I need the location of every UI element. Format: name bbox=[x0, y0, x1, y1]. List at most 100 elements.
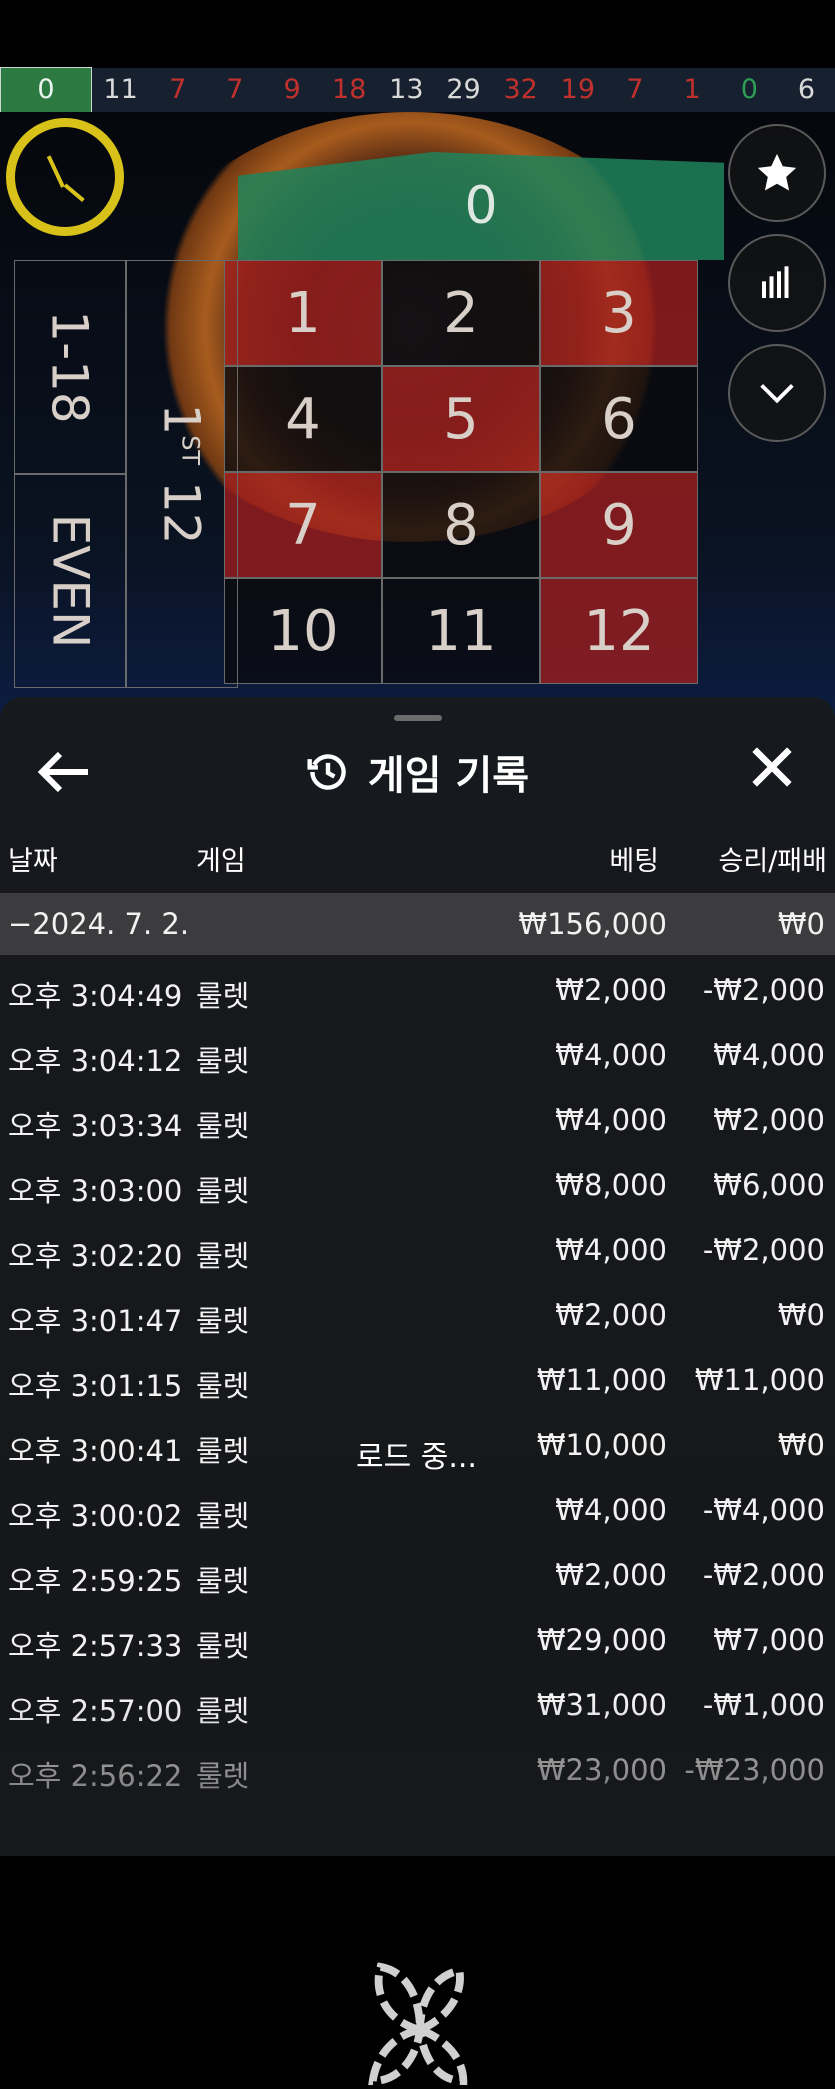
history-time: 오후 3:03:34 bbox=[8, 1109, 183, 1143]
bet-cell-number[interactable]: 7 bbox=[224, 472, 382, 578]
history-row[interactable]: 오후 3:04:49 룰렛 ₩2,000 -₩2,000 bbox=[0, 959, 835, 1023]
dozen-number: 1 bbox=[153, 403, 211, 436]
loading-text: 로드 중... bbox=[356, 1440, 477, 1475]
history-number: 7 bbox=[169, 74, 187, 105]
history-number: 6 bbox=[797, 74, 816, 105]
panel-title: 게임 기록 bbox=[0, 745, 835, 799]
history-row[interactable]: 오후 3:02:20 룰렛 ₩4,000 -₩2,000 bbox=[0, 1219, 835, 1283]
statistics-button[interactable] bbox=[728, 234, 826, 332]
history-time: 오후 2:57:33 bbox=[8, 1629, 183, 1663]
history-number: 1 bbox=[683, 74, 701, 105]
history-game: 룰렛 bbox=[196, 1629, 250, 1663]
collapse-button[interactable] bbox=[728, 344, 826, 442]
history-row[interactable]: 오후 3:03:34 룰렛 ₩4,000 ₩2,000 bbox=[0, 1089, 835, 1153]
history-time: 오후 3:01:15 bbox=[8, 1369, 183, 1403]
history-number: 7 bbox=[226, 74, 244, 105]
bet-first-dozen-label: 1ST 12 bbox=[153, 403, 211, 544]
history-number: 11 bbox=[103, 74, 138, 105]
bet-cell-number[interactable]: 5 bbox=[382, 366, 540, 472]
bet-even[interactable]: EVEN bbox=[14, 474, 126, 688]
history-icon bbox=[307, 754, 346, 790]
bet-cell-number[interactable]: 11 bbox=[382, 578, 540, 684]
status-bar-area bbox=[0, 0, 835, 68]
date-group-row[interactable]: −2024. 7. 2. ₩156,000 ₩0 bbox=[0, 893, 835, 955]
history-time: 오후 3:02:20 bbox=[8, 1239, 183, 1273]
close-icon[interactable] bbox=[746, 741, 798, 793]
history-time: 오후 2:59:25 bbox=[8, 1564, 183, 1598]
game-history-panel: 게임 기록 날짜 게임 베팅 승리/패배 −2024. 7. 2. ₩156,0… bbox=[0, 697, 835, 2086]
history-bet: ₩4,000 bbox=[555, 1233, 667, 1267]
history-bet: ₩2,000 bbox=[555, 1558, 667, 1592]
history-result: ₩2,000 bbox=[713, 1103, 825, 1137]
bet-low-label: 1-18 bbox=[41, 310, 100, 424]
history-time: 오후 3:01:47 bbox=[8, 1304, 183, 1338]
stats-icon bbox=[762, 266, 789, 298]
bet-cell-number[interactable]: 8 bbox=[382, 472, 540, 578]
history-number: 32 bbox=[503, 74, 538, 105]
recent-results-strip: 0 11 7 7 9 18 13 29 32 19 7 1 0 6 bbox=[0, 67, 835, 113]
history-bet: ₩2,000 bbox=[555, 973, 667, 1007]
history-result: -₩4,000 bbox=[702, 1493, 825, 1527]
column-header-result: 승리/패배 bbox=[718, 846, 827, 877]
loading-spinner-icon bbox=[368, 1962, 468, 2086]
history-row[interactable]: 오후 3:01:15 룰렛 ₩11,000 ₩11,000 bbox=[0, 1349, 835, 1413]
column-header-date: 날짜 bbox=[8, 846, 58, 877]
history-bet: ₩4,000 bbox=[555, 1103, 667, 1137]
history-bet: ₩8,000 bbox=[555, 1168, 667, 1202]
history-row[interactable]: 오후 3:04:12 룰렛 ₩4,000 ₩4,000 bbox=[0, 1024, 835, 1088]
bet-cell-number[interactable]: 10 bbox=[224, 578, 382, 684]
history-time: 오후 3:00:02 bbox=[8, 1499, 183, 1533]
history-result: ₩6,000 bbox=[713, 1168, 825, 1202]
history-number: 7 bbox=[626, 74, 644, 105]
history-game: 룰렛 bbox=[196, 1499, 250, 1533]
favorite-button[interactable] bbox=[728, 124, 826, 222]
bet-low-1-18[interactable]: 1-18 bbox=[14, 260, 126, 474]
column-header-game: 게임 bbox=[196, 846, 246, 877]
history-number: 0 bbox=[740, 74, 758, 105]
date-group-bet: ₩156,000 bbox=[518, 907, 667, 941]
history-number: 0 bbox=[0, 67, 92, 113]
history-row[interactable]: 오후 3:00:02 룰렛 ₩4,000 -₩4,000 bbox=[0, 1479, 835, 1543]
history-game: 룰렛 bbox=[196, 1434, 250, 1468]
history-row[interactable]: 오후 2:57:33 룰렛 ₩29,000 ₩7,000 bbox=[0, 1609, 835, 1673]
history-bet: ₩29,000 bbox=[536, 1623, 667, 1657]
history-result: ₩7,000 bbox=[713, 1623, 825, 1657]
history-game: 룰렛 bbox=[196, 979, 250, 1013]
bet-cell-number[interactable]: 9 bbox=[540, 472, 698, 578]
history-time: 오후 3:04:49 bbox=[8, 979, 183, 1013]
history-number: 13 bbox=[389, 74, 424, 105]
history-time: 오후 3:04:12 bbox=[8, 1044, 183, 1078]
clock-icon bbox=[6, 118, 124, 236]
bet-cell-number[interactable]: 12 bbox=[540, 578, 698, 684]
bottom-fade bbox=[0, 1700, 835, 1856]
history-number: 18 bbox=[332, 74, 367, 105]
history-row[interactable]: 오후 3:01:47 룰렛 ₩2,000 ₩0 bbox=[0, 1284, 835, 1348]
history-time: 오후 3:00:41 bbox=[8, 1434, 183, 1468]
bet-even-label: EVEN bbox=[41, 513, 100, 649]
history-bet: ₩4,000 bbox=[555, 1038, 667, 1072]
history-number: 29 bbox=[446, 74, 481, 105]
history-result: -₩2,000 bbox=[702, 1558, 825, 1592]
history-result: -₩2,000 bbox=[702, 973, 825, 1007]
bet-cell-zero[interactable]: 0 bbox=[238, 152, 724, 260]
history-bet: ₩11,000 bbox=[536, 1363, 667, 1397]
history-bet: ₩2,000 bbox=[555, 1298, 667, 1332]
drag-handle[interactable] bbox=[394, 715, 442, 721]
history-number: 19 bbox=[560, 74, 595, 105]
history-game: 룰렛 bbox=[196, 1239, 250, 1273]
date-group-result: ₩0 bbox=[777, 907, 825, 941]
bet-cell-number[interactable]: 6 bbox=[540, 366, 698, 472]
history-game: 룰렛 bbox=[196, 1369, 250, 1403]
history-game: 룰렛 bbox=[196, 1109, 250, 1143]
bet-cell-number[interactable]: 3 bbox=[540, 260, 698, 366]
panel-title-text: 게임 기록 bbox=[367, 753, 530, 799]
history-row[interactable]: 오후 2:59:25 룰렛 ₩2,000 -₩2,000 bbox=[0, 1544, 835, 1608]
bet-cell-number[interactable]: 4 bbox=[224, 366, 382, 472]
history-result: ₩4,000 bbox=[713, 1038, 825, 1072]
history-row[interactable]: 오후 3:03:00 룰렛 ₩8,000 ₩6,000 bbox=[0, 1154, 835, 1218]
history-game: 룰렛 bbox=[196, 1174, 250, 1208]
bet-first-dozen[interactable]: 1ST 12 bbox=[126, 260, 238, 688]
bet-cell-number[interactable]: 2 bbox=[382, 260, 540, 366]
chevron-down-icon bbox=[760, 383, 794, 404]
bet-cell-number[interactable]: 1 bbox=[224, 260, 382, 366]
